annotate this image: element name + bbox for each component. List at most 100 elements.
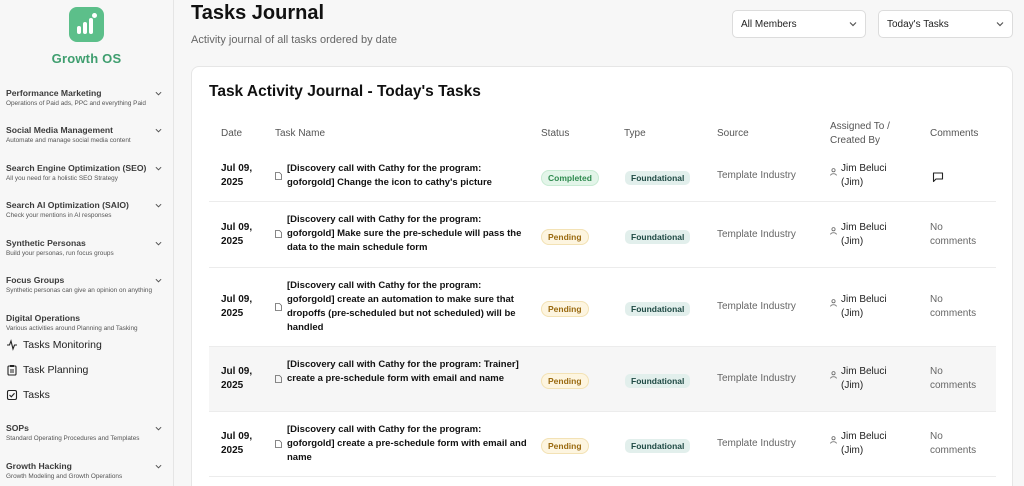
type-badge: Foundational	[625, 371, 691, 389]
sidebar: Growth OS Performance Marketing Operatio…	[0, 0, 174, 486]
row-source: Template Industry	[717, 229, 796, 240]
row-task-name[interactable]: [Discovery call with Cathy for the progr…	[275, 423, 530, 465]
user-icon	[830, 299, 837, 307]
column-header-type[interactable]: Type	[624, 127, 646, 140]
document-icon	[275, 303, 282, 311]
chevron-down-icon[interactable]	[155, 127, 162, 134]
page-subtitle: Activity journal of all tasks ordered by…	[191, 34, 398, 46]
sidebar-section-synthetic-personas[interactable]: Synthetic Personas Build your personas, …	[0, 238, 173, 258]
chevron-down-icon[interactable]	[155, 425, 162, 432]
member-filter-select[interactable]: All Members	[732, 10, 866, 38]
sidebar-section-sops[interactable]: SOPs Standard Operating Procedures and T…	[0, 423, 173, 443]
row-task-name[interactable]: [Discovery call with Cathy for the progr…	[275, 279, 530, 335]
table-row[interactable]: Jul 09, 2025 [Discovery call with Cathy f…	[209, 151, 996, 202]
task-name-text: [Discovery call with Cathy for the progr…	[287, 214, 522, 253]
section-title: Search AI Optimization (SAIO)	[6, 200, 129, 210]
column-header-task-name[interactable]: Task Name	[275, 127, 325, 140]
row-source: Template Industry	[717, 438, 796, 449]
document-icon	[275, 172, 282, 180]
status-badge: Pending	[541, 436, 589, 454]
document-icon	[275, 230, 282, 238]
chevron-down-icon[interactable]	[155, 277, 162, 284]
chevron-down-icon[interactable]	[155, 165, 162, 172]
task-filter-value: Today's Tasks	[887, 18, 949, 30]
member-filter-value: All Members	[741, 18, 797, 30]
section-subtitle: Automate and manage social media content	[6, 137, 131, 144]
type-badge: Foundational	[625, 436, 691, 454]
row-comments: No comments	[930, 294, 977, 319]
section-title: Social Media Management	[6, 125, 113, 135]
column-header-status[interactable]: Status	[541, 127, 569, 140]
row-date: Jul 09, 2025	[221, 222, 253, 247]
chevron-down-icon[interactable]	[155, 240, 162, 247]
column-header-source[interactable]: Source	[717, 127, 749, 140]
sidebar-section-seo[interactable]: Search Engine Optimization (SEO) All you…	[0, 163, 173, 183]
activity-icon	[7, 338, 17, 351]
column-header-assigned-to[interactable]: Assigned To /	[830, 120, 890, 133]
section-subtitle: Build your personas, run focus groups	[6, 250, 114, 257]
row-source: Template Industry	[717, 373, 796, 384]
status-badge: Completed	[541, 168, 599, 186]
sidebar-section-growth-hacking[interactable]: Growth Hacking Growth Modeling and Growt…	[0, 461, 173, 481]
user-icon	[830, 227, 837, 235]
sidebar-section-saio[interactable]: Search AI Optimization (SAIO) Check your…	[0, 200, 173, 220]
user-icon	[830, 436, 837, 444]
type-badge: Foundational	[625, 227, 691, 245]
row-task-name[interactable]: [Discovery call with Cathy for the progr…	[275, 162, 530, 190]
section-subtitle: Operations of Paid ads, PPC and everythi…	[6, 100, 146, 107]
type-badge: Foundational	[625, 299, 691, 317]
sidebar-item-tasks[interactable]: Tasks	[0, 382, 173, 407]
sidebar-item-tasks-monitoring[interactable]: Tasks Monitoring	[0, 332, 173, 357]
row-comments: No comments	[930, 431, 977, 456]
sidebar-item-label: Task Planning	[23, 363, 89, 376]
row-assignee: Jim Beluci (Jim)	[830, 365, 901, 393]
section-title: SOPs	[6, 423, 29, 433]
message-square-icon[interactable]	[932, 170, 944, 188]
table-row[interactable]: Jul 09, 2025 [Discovery call with Cathy f…	[209, 347, 996, 412]
checkbox-icon	[6, 389, 18, 400]
section-subtitle: Growth Modeling and Growth Operations	[6, 473, 123, 480]
row-comments: No comments	[930, 222, 977, 247]
task-filter-select[interactable]: Today's Tasks	[878, 10, 1013, 38]
section-subtitle: Check your mentions in AI responses	[6, 212, 112, 219]
section-title: Performance Marketing	[6, 88, 102, 98]
table-row[interactable]: Jul 09, 2025 [Discovery call with Cathy f…	[209, 268, 996, 347]
status-badge: Pending	[541, 227, 589, 245]
chevron-down-icon[interactable]	[155, 463, 162, 470]
bar-chart-icon	[69, 7, 104, 42]
row-comments: No comments	[930, 366, 977, 391]
status-badge: Pending	[541, 299, 589, 317]
row-source: Template Industry	[717, 170, 796, 181]
brand-name: Growth OS	[51, 51, 122, 66]
section-subtitle: All you need for a holistic SEO Strategy	[6, 175, 118, 182]
user-icon	[830, 168, 837, 176]
section-title: Search Engine Optimization (SEO)	[6, 163, 147, 173]
section-title: Synthetic Personas	[6, 238, 86, 248]
row-date: Jul 09, 2025	[221, 366, 253, 391]
sidebar-section-performance-marketing[interactable]: Performance Marketing Operations of Paid…	[0, 88, 173, 108]
row-task-name[interactable]: [Discovery call with Cathy for the progr…	[275, 213, 530, 255]
column-header-created-by[interactable]: Created By	[830, 134, 880, 147]
sidebar-item-task-planning[interactable]: Task Planning	[0, 357, 173, 382]
table-row[interactable]: Jul 09, 2025 [Discovery call with Cathy f…	[209, 202, 996, 268]
logo-area[interactable]: Growth OS	[0, 0, 173, 66]
section-subtitle: Synthetic personas can give an opinion o…	[6, 287, 153, 294]
section-title: Growth Hacking	[6, 461, 72, 471]
column-header-date[interactable]: Date	[221, 127, 242, 140]
table-row[interactable]: Jul 09, 2025 [Discovery call with Cathy f…	[209, 412, 996, 477]
sidebar-section-social-media[interactable]: Social Media Management Automate and man…	[0, 125, 173, 145]
sidebar-section-focus-groups[interactable]: Focus Groups Synthetic personas can give…	[0, 275, 173, 295]
column-header-comments[interactable]: Comments	[930, 127, 978, 140]
row-assignee: Jim Beluci (Jim)	[830, 430, 901, 458]
row-date: Jul 09, 2025	[221, 294, 253, 319]
task-name-text: [Discovery call with Cathy for the progr…	[287, 280, 516, 333]
digital-ops-items: Tasks Monitoring Task Planning Tasks	[0, 332, 173, 407]
section-title: Focus Groups	[6, 275, 65, 285]
chevron-down-icon[interactable]	[155, 90, 162, 97]
row-task-name[interactable]: [Discovery call with Cathy for the progr…	[275, 358, 530, 386]
task-journal-card: Task Activity Journal - Today's Tasks Da…	[191, 66, 1013, 486]
sidebar-section-digital-operations[interactable]: Digital Operations Various activities ar…	[0, 313, 173, 333]
chevron-down-icon[interactable]	[155, 202, 162, 209]
task-name-text: [Discovery call with Cathy for the progr…	[287, 163, 492, 188]
status-badge: Pending	[541, 371, 589, 389]
